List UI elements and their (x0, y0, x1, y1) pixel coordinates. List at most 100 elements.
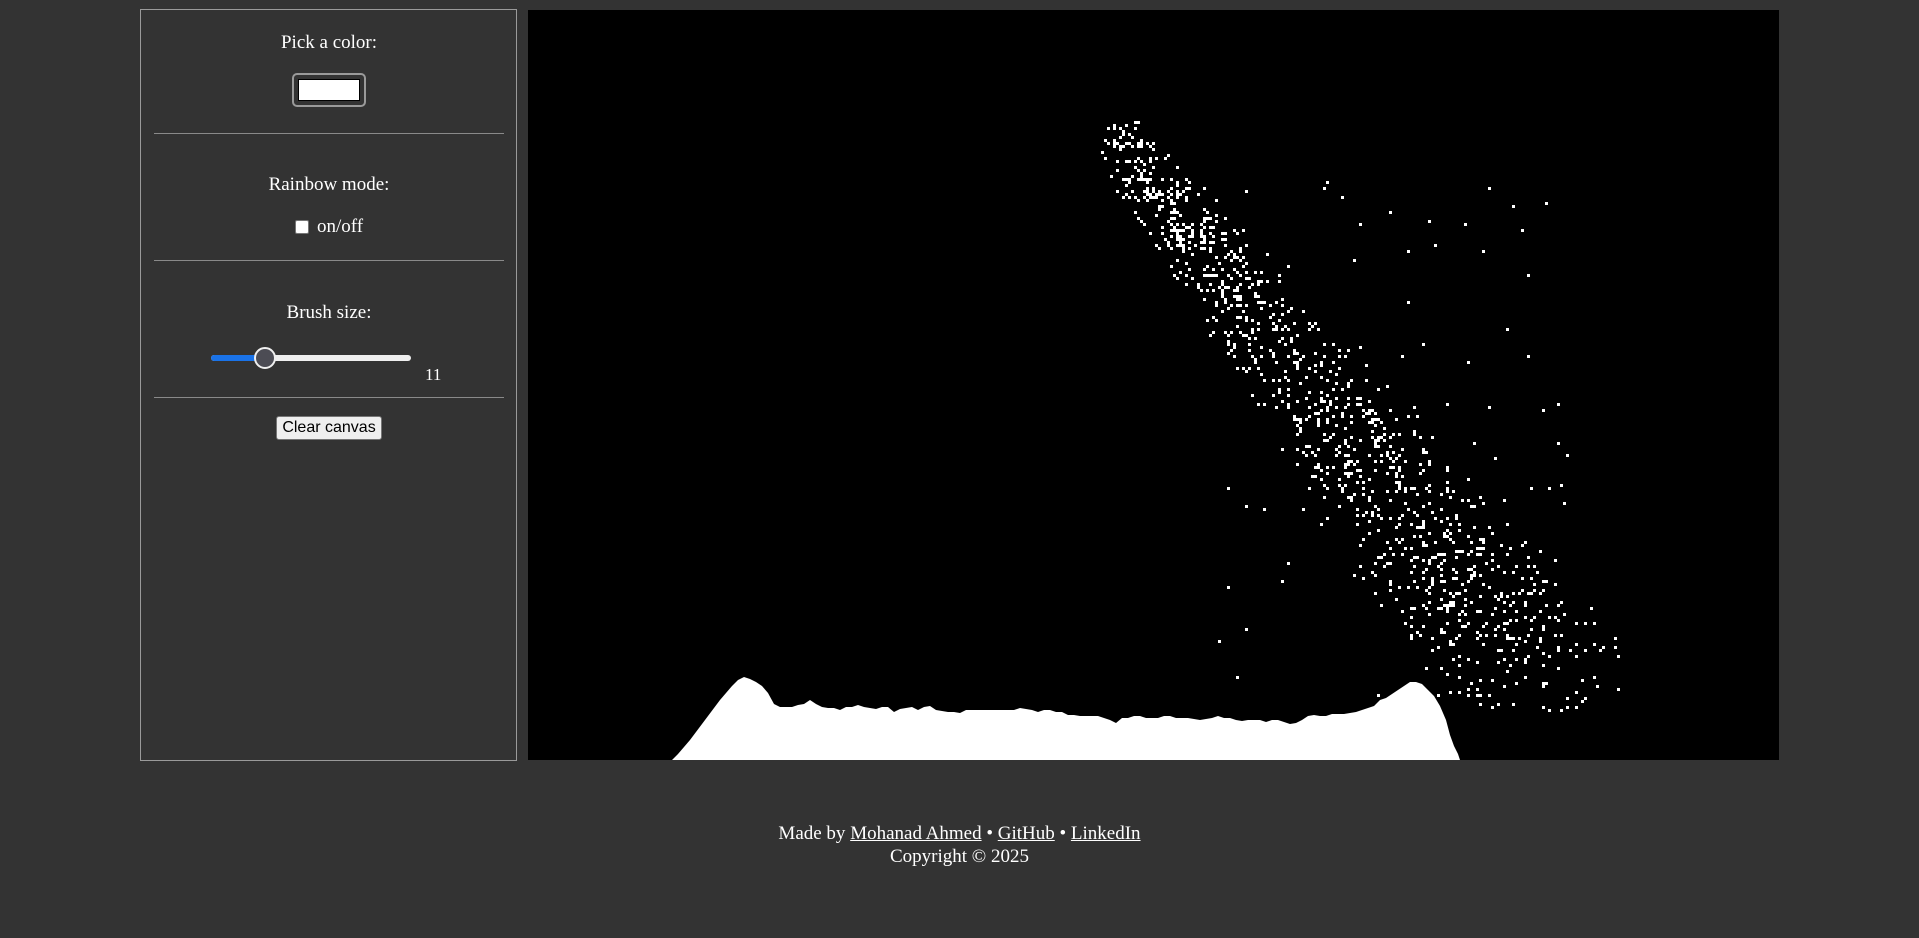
sand-grain (1299, 427, 1302, 430)
sand-grain (1443, 535, 1446, 538)
sand-grain (1467, 553, 1470, 556)
sand-grain (1140, 178, 1143, 181)
sand-grain (1224, 298, 1227, 301)
separator: • (986, 823, 993, 844)
sand-grain (1407, 415, 1410, 418)
sand-grain (1509, 619, 1512, 622)
github-link[interactable]: GitHub (998, 823, 1055, 844)
sand-grain (1524, 601, 1527, 604)
sand-grain (1239, 298, 1242, 301)
sand-grain (1356, 514, 1359, 517)
sand-grain (1449, 640, 1452, 643)
rainbow-checkbox-label[interactable]: on/off (317, 216, 363, 237)
sand-canvas[interactable] (528, 10, 1779, 760)
sand-grain (1203, 238, 1206, 241)
copyright-text: Copyright © 2025 (890, 846, 1029, 867)
sand-grain (1458, 691, 1461, 694)
slider-thumb[interactable] (253, 347, 276, 369)
sand-grain (1368, 478, 1371, 481)
sand-grain (1203, 241, 1206, 244)
sand-grain (1221, 295, 1224, 298)
sand-grain (1176, 235, 1179, 238)
sand-grain (1257, 367, 1260, 370)
sand-grain (1317, 418, 1320, 421)
sand-grain (1137, 169, 1140, 172)
sand-grain (1377, 445, 1380, 448)
sand-grain (1248, 349, 1251, 352)
sand-grain (1236, 256, 1239, 259)
sand-grain (1323, 496, 1326, 499)
sand-grain (1479, 694, 1482, 697)
sand-grain (1200, 289, 1203, 292)
sand-grain (1422, 625, 1425, 628)
sand-grain (1320, 469, 1323, 472)
sand-grain (1347, 454, 1350, 457)
sand-grain (1281, 313, 1284, 316)
rainbow-checkbox[interactable] (294, 220, 309, 234)
brush-size-slider[interactable] (211, 347, 411, 369)
sand-grain (1173, 274, 1176, 277)
sand-grain (1125, 142, 1128, 145)
sand-grain (1272, 355, 1275, 358)
sand-grain (1545, 580, 1548, 583)
sand-grain (1347, 382, 1350, 385)
sand-grain (1341, 388, 1344, 391)
sand-grain (1320, 400, 1323, 403)
clear-canvas-button[interactable]: Clear canvas (276, 416, 382, 440)
sand-grain (1455, 517, 1458, 520)
sand-grain (1329, 403, 1332, 406)
sand-grain (1323, 433, 1326, 436)
sand-grain (1221, 268, 1224, 271)
sand-grain (1395, 538, 1398, 541)
sand-grain (1209, 247, 1212, 250)
sand-grain (1314, 364, 1317, 367)
sand-grain (1470, 550, 1473, 553)
sand-grain (1254, 292, 1257, 295)
sand-grain (1308, 406, 1311, 409)
sand-grain (1242, 367, 1245, 370)
sand-grain (1176, 166, 1179, 169)
sand-grain (1146, 193, 1149, 196)
author-link[interactable]: Mohanad Ahmed (850, 823, 981, 844)
sand-grain (1239, 316, 1242, 319)
sand-grain (1365, 412, 1368, 415)
sand-grain (1398, 433, 1401, 436)
sand-grain (1227, 274, 1230, 277)
sand-grain (1287, 328, 1290, 331)
sand-grain (1278, 379, 1281, 382)
sand-grain (1371, 409, 1374, 412)
sand-grain (1149, 178, 1152, 181)
sand-grain (1173, 217, 1176, 220)
linkedin-link[interactable]: LinkedIn (1071, 823, 1141, 844)
sand-grain (1542, 409, 1545, 412)
sand-grain (1314, 475, 1317, 478)
sand-grain (1338, 451, 1341, 454)
sand-grain (1476, 637, 1479, 640)
sand-grain (1509, 664, 1512, 667)
sand-grain (1344, 484, 1347, 487)
sand-grain (1542, 706, 1545, 709)
sand-grain (1422, 505, 1425, 508)
sand-grain (1416, 493, 1419, 496)
sand-grain (1404, 547, 1407, 550)
sand-grain (1455, 577, 1458, 580)
sand-grain (1272, 313, 1275, 316)
sand-grain (1347, 445, 1350, 448)
sand-grain (1236, 304, 1239, 307)
sand-grain (1416, 631, 1419, 634)
sand-grain (1299, 421, 1302, 424)
sand-grain (1326, 409, 1329, 412)
sand-grain (1344, 355, 1347, 358)
sand-grain (1368, 520, 1371, 523)
sand-grain (1419, 526, 1422, 529)
color-picker[interactable] (292, 73, 366, 107)
sand-grain (1557, 667, 1560, 670)
sand-grain (1392, 553, 1395, 556)
sand-grain (1467, 361, 1470, 364)
sand-grain (1281, 328, 1284, 331)
sand-grain (1122, 196, 1125, 199)
sand-grain (1296, 400, 1299, 403)
sand-grain (1116, 142, 1119, 145)
sand-grain (1347, 460, 1350, 463)
sand-grain (1149, 172, 1152, 175)
